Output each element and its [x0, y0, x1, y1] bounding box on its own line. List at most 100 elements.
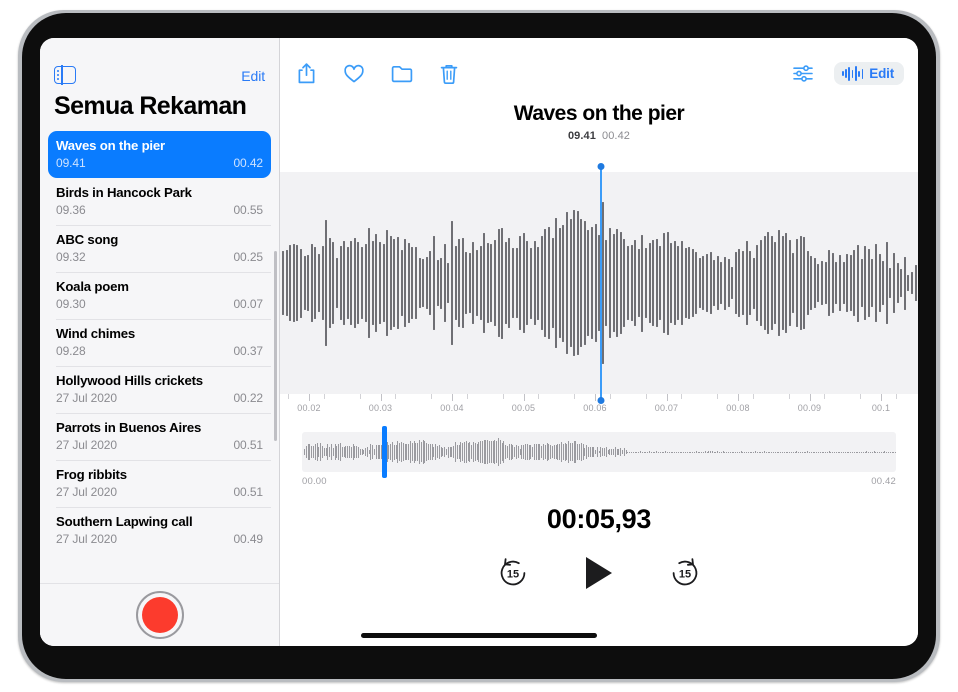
axis-tick	[895, 394, 897, 399]
recording-date: 09.32	[56, 250, 86, 264]
axis-tick	[645, 394, 647, 399]
axis-tick	[502, 394, 504, 399]
sidebar-scrollbar[interactable]	[274, 251, 277, 441]
axis-label: 00.1	[871, 403, 891, 413]
list-item[interactable]: Southern Lapwing call 27 Jul 2020 00.49	[48, 507, 271, 554]
list-item[interactable]: Birds in Hancock Park 09.36 00.55	[48, 178, 271, 225]
playhead-handle-top[interactable]	[597, 162, 605, 170]
folder-icon[interactable]	[391, 64, 413, 83]
recording-name: Birds in Hancock Park	[56, 185, 192, 200]
list-item[interactable]: Frog ribbits 27 Jul 2020 00.51	[48, 460, 271, 507]
axis-tick	[323, 394, 325, 399]
sidebar-footer	[40, 583, 279, 646]
recording-name: Wind chimes	[56, 326, 136, 341]
overview-bars	[302, 432, 896, 472]
sliders-icon[interactable]	[792, 64, 814, 83]
recording-name: Southern Lapwing call	[56, 514, 193, 529]
recording-meta: 27 Jul 2020 00.51	[56, 485, 263, 499]
detail-pane: Edit Waves on the pier 09.41 00.42 00.02 0…	[280, 38, 918, 646]
waveform-detail[interactable]	[280, 172, 918, 394]
overview-end-label: 00.42	[871, 476, 896, 487]
recording-time: 09.41	[567, 130, 596, 142]
axis-tick	[717, 394, 718, 399]
recording-meta: 09.30 00.07	[56, 297, 263, 311]
play-button[interactable]	[586, 557, 612, 589]
recording-date: 09.36	[56, 203, 86, 217]
recording-name: Koala poem	[56, 279, 129, 294]
heart-icon[interactable]	[343, 64, 365, 84]
recording-meta: 27 Jul 2020 00.51	[56, 438, 263, 452]
recording-duration: 00.51	[233, 438, 263, 452]
recording-date: 09.30	[56, 297, 86, 311]
edit-button[interactable]: Edit	[833, 62, 904, 85]
overview-scrubber[interactable]	[382, 426, 387, 478]
axis-label: 00.05	[511, 403, 536, 413]
axis-tick	[824, 394, 826, 399]
recording-subtitle: 09.41 00.42	[280, 130, 918, 142]
axis-label: 00.03	[368, 403, 393, 413]
recording-name: Frog ribbits	[56, 467, 127, 482]
sidebar-header: Edit	[40, 38, 279, 90]
recording-meta: 09.36 00.55	[56, 203, 263, 217]
skip-back-15-icon[interactable]: 15	[496, 556, 530, 590]
axis-tick	[538, 394, 540, 399]
current-time-display: 00:05,93	[546, 504, 652, 534]
list-item[interactable]: Parrots in Buenos Aires 27 Jul 2020 00.5…	[48, 413, 271, 460]
share-icon[interactable]	[296, 62, 317, 85]
recording-date: 27 Jul 2020	[56, 485, 117, 499]
detail-toolbar: Edit	[280, 62, 918, 96]
recording-date: 27 Jul 2020	[56, 438, 117, 452]
axis-tick	[609, 394, 611, 399]
axis-tick-major	[666, 394, 668, 401]
axis-tick	[288, 394, 289, 399]
axis-tick-major	[595, 394, 596, 401]
axis-tick-major	[523, 394, 525, 401]
recording-date: 09.41	[56, 156, 86, 170]
sidebar-toggle-icon[interactable]	[54, 65, 76, 85]
recording-date: 27 Jul 2020	[56, 391, 117, 405]
recording-duration: 00.42	[233, 156, 263, 170]
screenshot-root: 09.41Sen 5 Jun 100% Edit	[0, 0, 958, 692]
overview-start-label: 00.00	[302, 476, 327, 487]
recording-title: Waves on the pier	[513, 102, 685, 125]
list-item[interactable]: Waves on the pier 09.41 00.42	[48, 131, 271, 178]
record-button[interactable]	[135, 591, 184, 639]
recording-duration: 00.07	[233, 297, 263, 311]
recording-duration: 00.37	[233, 344, 263, 358]
axis-tick	[788, 394, 790, 399]
axis-label: 00.06	[583, 403, 607, 413]
recordings-list[interactable]: Waves on the pier 09.41 00.42 Birds in H…	[40, 131, 279, 583]
list-item[interactable]: Koala poem 09.30 00.07	[48, 272, 271, 319]
axis-tick-major	[738, 394, 739, 401]
list-item[interactable]: Wind chimes 09.28 00.37	[48, 319, 271, 366]
recording-meta: 09.41 00.42	[56, 156, 263, 170]
axis-tick	[860, 394, 861, 399]
axis-tick	[395, 394, 397, 399]
edit-button-label: Edit	[869, 66, 894, 81]
record-icon	[141, 597, 178, 633]
axis-tick-major	[452, 394, 453, 401]
recording-meta: 27 Jul 2020 00.22	[56, 391, 263, 405]
axis-label: 00.07	[654, 403, 679, 413]
axis-label: 00.02	[297, 403, 321, 413]
waveform-bars	[280, 172, 918, 394]
transport-controls: 15 15	[280, 556, 918, 590]
axis-tick-major	[809, 394, 811, 401]
axis-tick	[359, 394, 361, 399]
playhead[interactable]	[597, 162, 605, 404]
list-item[interactable]: ABC song 09.32 00.25	[48, 225, 271, 272]
list-item[interactable]: Hollywood Hills crickets 27 Jul 2020 00.…	[48, 366, 271, 413]
axis-tick	[574, 394, 575, 399]
trash-icon[interactable]	[439, 63, 459, 85]
waveform-overview[interactable]	[302, 432, 896, 472]
playhead-handle-bottom[interactable]	[597, 396, 605, 404]
skip-forward-15-icon[interactable]: 15	[668, 556, 702, 590]
axis-tick-major	[380, 394, 382, 401]
home-indicator[interactable]	[361, 633, 597, 638]
recording-meta: 09.32 00.25	[56, 250, 263, 264]
waveform-icon	[841, 66, 864, 81]
svg-text:15: 15	[507, 568, 519, 580]
sidebar-edit-button[interactable]: Edit	[241, 68, 265, 84]
recording-total-duration: 00.42	[602, 130, 631, 142]
axis-label: 00.09	[797, 403, 822, 413]
